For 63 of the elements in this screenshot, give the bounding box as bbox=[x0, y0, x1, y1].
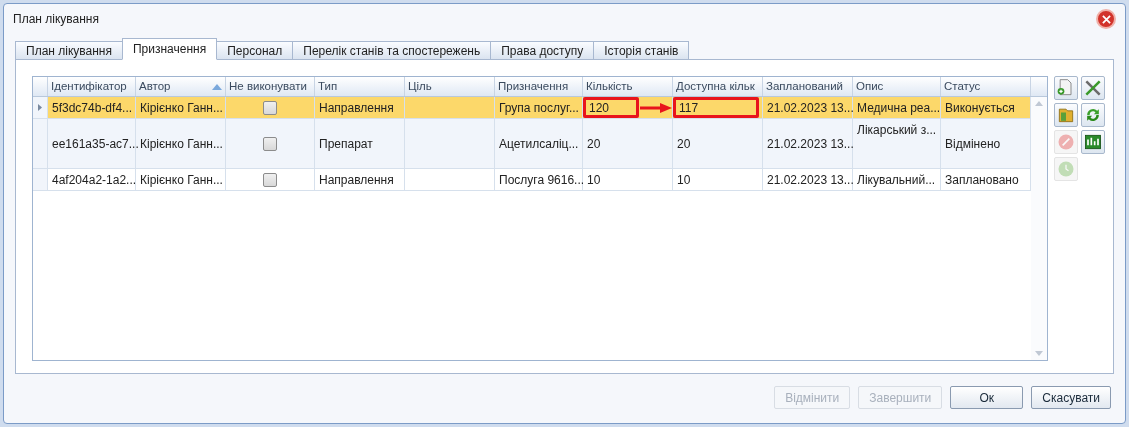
column-header[interactable]: Не виконувати bbox=[226, 77, 315, 96]
close-icon bbox=[1101, 14, 1111, 24]
dialog-button[interactable]: Скасувати bbox=[1031, 386, 1111, 409]
tab[interactable]: Історія станів bbox=[593, 41, 690, 60]
table-cell-text: 4af204a2-1a2... bbox=[51, 171, 138, 189]
column-header[interactable]: Запланований bbox=[763, 77, 853, 96]
chart-button[interactable] bbox=[1081, 130, 1105, 154]
table-cell-text: Направлення bbox=[318, 99, 395, 117]
table-cell-text: ee161a35-ac7... bbox=[51, 135, 140, 153]
window-title: План лікування bbox=[13, 11, 99, 28]
table-cell-text: 20 bbox=[676, 135, 692, 153]
column-header[interactable]: Статус bbox=[941, 77, 1031, 96]
table-cell-text: Медична реа... bbox=[856, 99, 942, 117]
table-cell-text: Лікувальний... bbox=[856, 171, 937, 189]
table-cell-text: Заплановано bbox=[944, 171, 1020, 189]
table-cell: 120 bbox=[583, 97, 639, 118]
row-indicator-icon bbox=[38, 104, 42, 111]
arrow-icon bbox=[640, 103, 672, 113]
tab[interactable]: Призначення bbox=[122, 38, 218, 60]
checkbox[interactable] bbox=[263, 100, 277, 115]
table-cell-text: Кірієнко Ганн... bbox=[139, 135, 224, 153]
dialog-button[interactable]: Ок bbox=[950, 386, 1024, 409]
column-header[interactable]: Ідентифікатор bbox=[48, 77, 136, 96]
column-header[interactable]: Кількість bbox=[583, 77, 673, 96]
table-cell-text: Лікарський з... bbox=[856, 122, 938, 139]
refresh-button[interactable] bbox=[1081, 103, 1105, 127]
table-cell-text: Направлення bbox=[318, 171, 395, 189]
close-button[interactable] bbox=[1096, 9, 1116, 29]
table-cell-text: Виконується bbox=[944, 99, 1016, 117]
tools-button[interactable] bbox=[1081, 76, 1105, 100]
tools-icon bbox=[1083, 78, 1103, 98]
column-header[interactable]: Призначення bbox=[495, 77, 583, 96]
scroll-down-icon[interactable] bbox=[1035, 351, 1043, 356]
column-header[interactable]: Опис bbox=[853, 77, 941, 96]
chart-icon bbox=[1083, 132, 1103, 152]
table-cell: 117 bbox=[673, 97, 759, 118]
scroll-up-icon[interactable] bbox=[1035, 101, 1043, 106]
column-header[interactable]: Доступна кільк bbox=[673, 77, 763, 96]
table-cell-text: Послуга 9616... bbox=[498, 171, 586, 189]
table-cell-text: 10 bbox=[586, 171, 602, 189]
column-header[interactable]: Ціль bbox=[405, 77, 495, 96]
table-cell-text: Кірієнко Ганн... bbox=[139, 99, 224, 117]
folder-button[interactable] bbox=[1054, 103, 1078, 127]
table-cell-text: Ацетилсаліц... bbox=[498, 135, 580, 153]
table-cell-text: 5f3dc74b-df4... bbox=[51, 99, 134, 117]
clock-icon bbox=[1056, 159, 1076, 179]
cancel-icon bbox=[1056, 132, 1076, 152]
table-cell-text: 10 bbox=[676, 171, 692, 189]
table-cell-text: Кірієнко Ганн... bbox=[139, 171, 224, 189]
table-cell-text: 21.02.2023 13... bbox=[766, 171, 855, 189]
table-cell-text: Група послуг... bbox=[498, 99, 580, 117]
checkbox[interactable] bbox=[263, 136, 277, 151]
table-cell-text: 20 bbox=[586, 135, 602, 153]
sort-ascending-icon bbox=[212, 83, 222, 90]
checkbox[interactable] bbox=[263, 172, 277, 187]
scrollbar[interactable] bbox=[1031, 97, 1047, 360]
column-header[interactable]: Автор bbox=[136, 77, 226, 96]
document-add-button[interactable] bbox=[1054, 76, 1078, 100]
column-header[interactable]: Тип bbox=[315, 77, 405, 96]
table-cell-text: Препарат bbox=[318, 135, 374, 153]
table-cell-text: 21.02.2023 13... bbox=[766, 135, 855, 153]
row-header[interactable] bbox=[33, 97, 48, 118]
table-cell-text: Відмінено bbox=[944, 135, 1002, 153]
